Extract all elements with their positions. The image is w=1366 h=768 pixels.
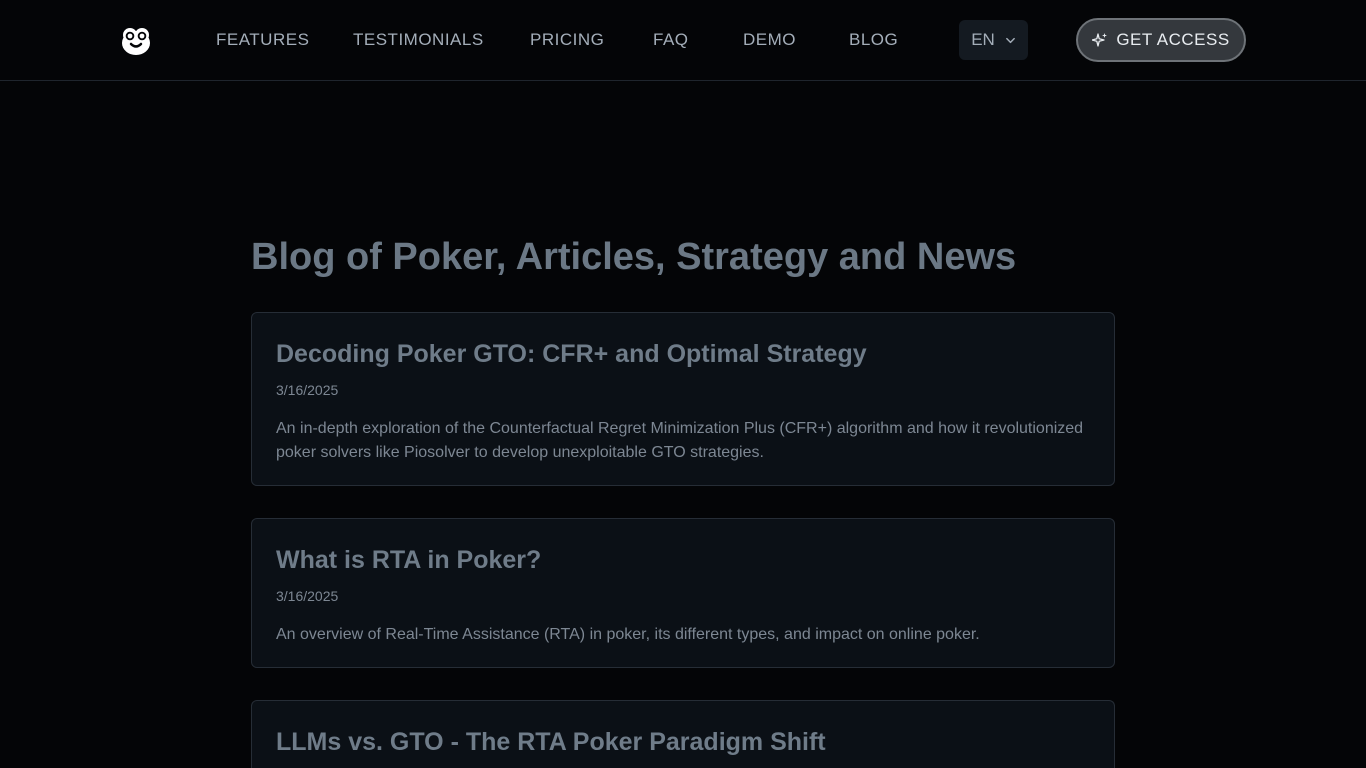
nav-faq[interactable]: FAQ xyxy=(653,30,689,50)
post-description: An in-depth exploration of the Counterfa… xyxy=(276,420,1084,461)
nav-pricing[interactable]: PRICING xyxy=(530,30,604,50)
get-access-label: GET ACCESS xyxy=(1116,30,1230,49)
sparkle-icon xyxy=(1092,33,1108,47)
blog-post-card[interactable]: What is RTA in Poker? 3/16/2025 An overv… xyxy=(251,518,1115,668)
nav-testimonials[interactable]: TESTIMONIALS xyxy=(353,30,484,50)
post-date: 3/16/2025 xyxy=(276,382,339,398)
post-description: An overview of Real-Time Assistance (RTA… xyxy=(276,626,980,643)
nav-blog[interactable]: BLOG xyxy=(849,30,898,50)
language-select[interactable]: EN xyxy=(959,20,1028,60)
get-access-button[interactable]: GET ACCESS xyxy=(1076,18,1246,62)
language-value: EN xyxy=(971,30,995,49)
blog-post-card[interactable]: LLMs vs. GTO - The RTA Poker Paradigm Sh… xyxy=(251,700,1115,768)
post-date: 3/16/2025 xyxy=(276,588,339,604)
post-title[interactable]: LLMs vs. GTO - The RTA Poker Paradigm Sh… xyxy=(276,725,1090,759)
blog-post-card[interactable]: Decoding Poker GTO: CFR+ and Optimal Str… xyxy=(251,312,1115,486)
nav-demo[interactable]: DEMO xyxy=(743,30,796,50)
owl-logo-icon[interactable] xyxy=(120,24,152,56)
post-title[interactable]: What is RTA in Poker? xyxy=(276,543,1090,577)
top-navbar: FEATURES TESTIMONIALS PRICING FAQ DEMO B… xyxy=(0,0,1366,81)
page-title: Blog of Poker, Articles, Strategy and Ne… xyxy=(251,236,1017,278)
nav-features[interactable]: FEATURES xyxy=(216,30,309,50)
post-title[interactable]: Decoding Poker GTO: CFR+ and Optimal Str… xyxy=(276,337,1090,371)
chevron-down-icon xyxy=(1005,37,1015,43)
